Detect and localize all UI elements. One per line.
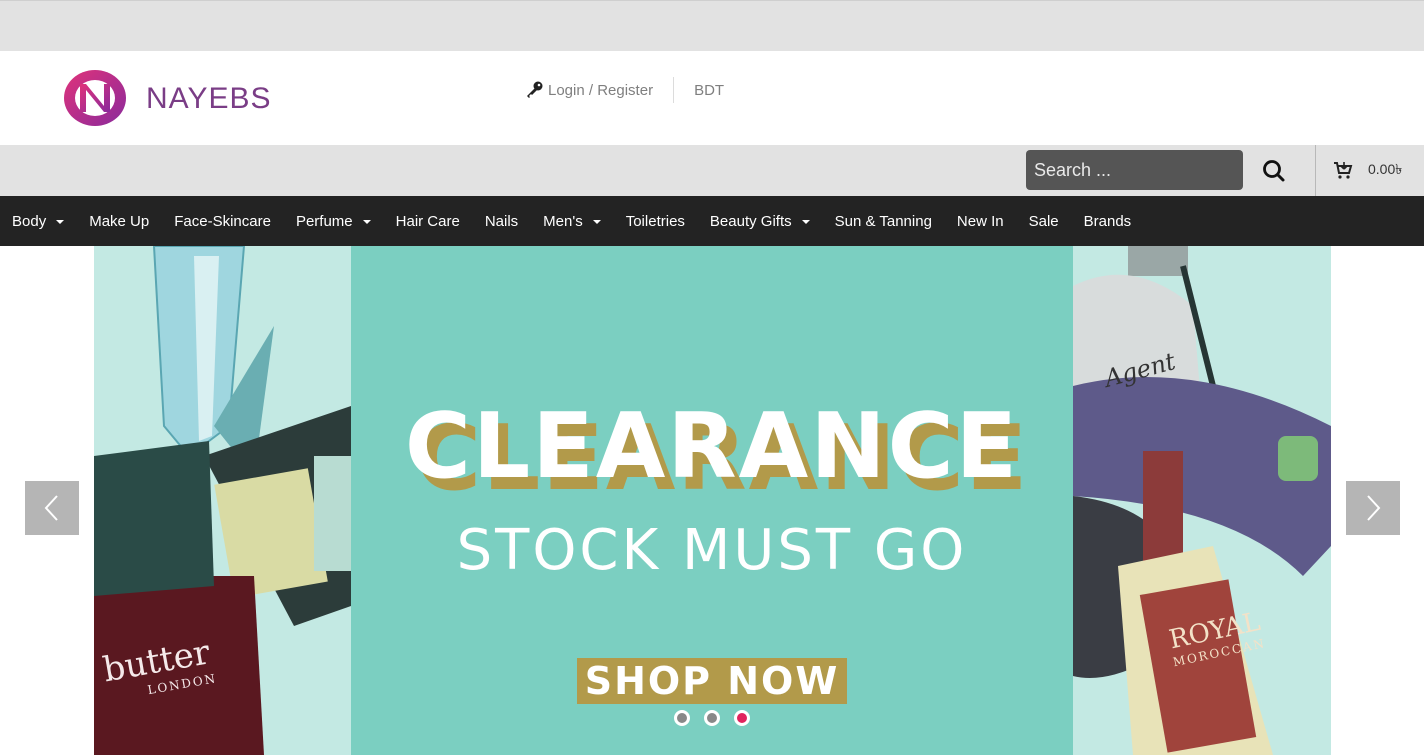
nav-item-make-up[interactable]: Make Up xyxy=(89,213,149,230)
nav-item-face-skincare[interactable]: Face-Skincare xyxy=(174,213,271,230)
nav-item-beauty-gifts[interactable]: Beauty Gifts xyxy=(710,213,810,230)
nav-item-new-in[interactable]: New In xyxy=(957,213,1004,230)
slider-next-button[interactable] xyxy=(1346,481,1400,535)
banner-subheadline: STOCK MUST GO xyxy=(456,518,968,583)
slider-prev-button[interactable] xyxy=(25,481,79,535)
search-icon xyxy=(1263,160,1285,182)
chevron-right-icon xyxy=(1367,495,1381,521)
banner-headline: CLEARANCE xyxy=(404,394,1020,499)
nav-item-sun-tanning[interactable]: Sun & Tanning xyxy=(835,213,932,230)
nav-item-men-s[interactable]: Men's xyxy=(543,213,601,230)
currency-selector[interactable]: BDT xyxy=(694,82,724,99)
main-nav: Body Make Up Face-Skincare Perfume Hair Care… xyxy=(0,196,1424,246)
caret-down-icon xyxy=(801,220,810,224)
cart-icon xyxy=(1334,162,1353,179)
search-input[interactable] xyxy=(1026,150,1243,190)
nav-item-label: Hair Care xyxy=(395,212,460,230)
hero-slider: butter LONDON CLEARANCE STOCK MUST GO SH… xyxy=(0,246,1424,755)
clearance-banner[interactable]: butter LONDON CLEARANCE STOCK MUST GO SH… xyxy=(94,246,1331,755)
top-strip xyxy=(0,0,1424,51)
nav-item-label: New In xyxy=(956,212,1004,230)
nav-item-label: Sale xyxy=(1028,212,1059,230)
nav-item-label: Sun & Tanning xyxy=(834,212,932,230)
logo-text: NAYEBS xyxy=(146,82,272,115)
nav-item-label: Toiletries xyxy=(625,212,685,230)
nav-item-label: Men's xyxy=(543,212,583,230)
cart-total: 0.00৳ xyxy=(1368,161,1403,177)
nav-item-body[interactable]: Body xyxy=(12,212,65,230)
login-label: Login / Register xyxy=(548,81,654,99)
logo-icon xyxy=(64,70,126,126)
nav-item-label: Face-Skincare xyxy=(174,212,271,230)
nav-item-perfume[interactable]: Perfume xyxy=(296,213,371,230)
nav-item-label: Brands xyxy=(1083,212,1132,230)
search-bar: 0.00৳ xyxy=(0,145,1424,196)
nav-item-label: Perfume xyxy=(295,212,353,230)
slider-dot[interactable] xyxy=(734,710,750,726)
banner-right-products xyxy=(1073,246,1331,755)
nav-list: Body Make Up Face-Skincare Perfume Hair Care… xyxy=(0,196,1424,246)
caret-down-icon xyxy=(56,220,65,224)
shop-now-button[interactable]: SHOP NOW xyxy=(577,658,847,704)
key-icon xyxy=(527,81,543,98)
slider-dots xyxy=(674,710,750,726)
divider xyxy=(1315,145,1316,196)
nav-item-label: Beauty Gifts xyxy=(709,212,792,230)
slider-dot[interactable] xyxy=(704,710,720,726)
search-button[interactable] xyxy=(1258,155,1290,187)
site-logo[interactable]: NAYEBS xyxy=(62,68,272,128)
nav-item-toiletries[interactable]: Toiletries xyxy=(626,213,685,230)
chevron-left-icon xyxy=(44,495,58,521)
divider xyxy=(673,77,675,103)
nav-item-label: Body xyxy=(12,212,47,230)
caret-down-icon xyxy=(592,220,601,224)
nav-item-sale[interactable]: Sale xyxy=(1029,213,1059,230)
nav-item-brands[interactable]: Brands xyxy=(1084,213,1132,230)
login-register-link[interactable]: Login / Register xyxy=(524,81,653,99)
nav-item-hair-care[interactable]: Hair Care xyxy=(396,213,460,230)
caret-down-icon xyxy=(362,220,371,224)
cart-button[interactable]: 0.00৳ xyxy=(1333,158,1402,182)
account-links: Login / Register BDT xyxy=(524,77,724,103)
nav-item-nails[interactable]: Nails xyxy=(485,213,518,230)
slider-dot[interactable] xyxy=(674,710,690,726)
nav-item-label: Make Up xyxy=(89,212,150,230)
site-header: NAYEBS Login / Register BDT xyxy=(0,51,1424,145)
nav-item-label: Nails xyxy=(484,212,519,230)
banner-center-panel: CLEARANCE STOCK MUST GO SHOP NOW xyxy=(351,246,1073,755)
